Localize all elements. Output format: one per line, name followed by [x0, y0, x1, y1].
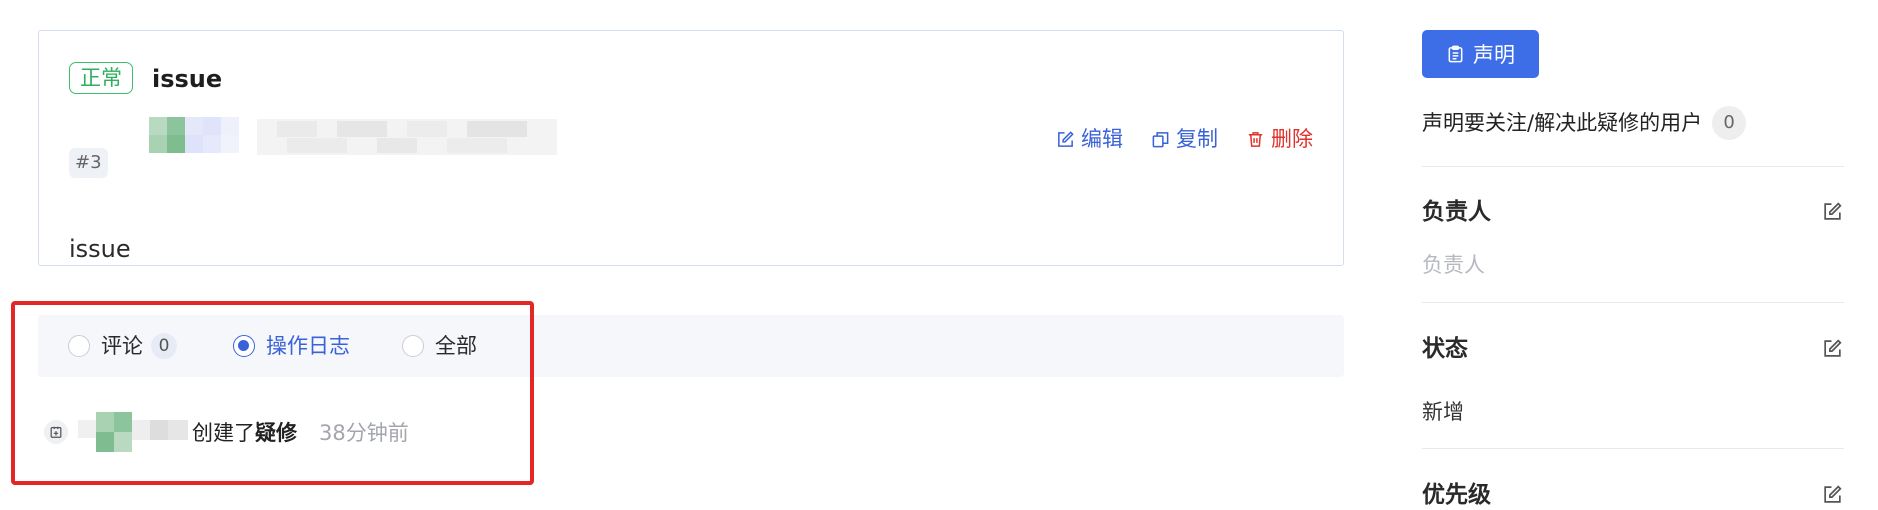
status-tag: 正常 — [69, 62, 133, 94]
tab-all[interactable]: 全部 — [402, 331, 477, 361]
log-entry: 创建了疑修 38分钟前 — [44, 412, 409, 452]
edit-icon — [1058, 130, 1074, 147]
assignee-value: 负责人 — [1422, 253, 1485, 277]
divider — [1422, 448, 1844, 449]
comment-count-badge: 0 — [151, 333, 177, 359]
trash-icon — [1248, 131, 1263, 147]
issue-title: issue — [152, 65, 223, 93]
page: 正常 issue #3 编辑 复制 删除 issue 评论 0 操作日志 全部 … — [0, 0, 1878, 510]
radio-operation-log[interactable] — [233, 335, 255, 357]
log-time: 38分钟前 — [319, 421, 409, 445]
copy-icon — [1152, 131, 1169, 147]
document-add-icon — [44, 420, 68, 444]
issue-actions: 编辑 复制 删除 — [1056, 124, 1313, 154]
claim-info: 声明要关注/解决此疑修的用户 0 — [1422, 106, 1747, 140]
tab-operation-log[interactable]: 操作日志 — [233, 331, 350, 361]
log-target: 疑修 — [255, 421, 297, 445]
delete-label: 删除 — [1271, 127, 1313, 151]
tab-operation-log-label: 操作日志 — [266, 334, 350, 358]
author-info-redacted — [257, 119, 557, 155]
activity-tabs: 评论 0 操作日志 全部 — [38, 315, 1344, 377]
tab-comments-label: 评论 — [101, 334, 143, 358]
edit-label: 编辑 — [1081, 127, 1123, 151]
claim-description: 声明要关注/解决此疑修的用户 — [1422, 111, 1703, 135]
claim-count-badge: 0 — [1712, 106, 1747, 140]
copy-button[interactable]: 复制 — [1151, 124, 1218, 154]
divider — [1422, 166, 1844, 167]
priority-heading: 优先级 — [1422, 482, 1491, 508]
log-text: 创建了疑修 — [192, 417, 297, 447]
log-user-redacted — [78, 412, 192, 452]
edit-status-icon[interactable] — [1822, 338, 1843, 359]
edit-button[interactable]: 编辑 — [1056, 124, 1123, 154]
issue-card: 正常 issue #3 编辑 复制 删除 issue — [38, 30, 1344, 266]
log-action: 创建了 — [192, 421, 255, 445]
edit-assignee-icon[interactable] — [1822, 201, 1843, 222]
status-heading: 状态 — [1422, 336, 1468, 362]
issue-body: issue — [69, 235, 131, 263]
tab-all-label: 全部 — [435, 334, 477, 358]
radio-comments[interactable] — [68, 335, 90, 357]
radio-all[interactable] — [402, 335, 424, 357]
divider — [1422, 302, 1844, 303]
edit-priority-icon[interactable] — [1822, 484, 1843, 505]
author-avatar-redacted — [149, 117, 241, 153]
status-value: 新增 — [1422, 400, 1464, 424]
copy-label: 复制 — [1176, 127, 1218, 151]
clipboard-icon — [1448, 45, 1463, 63]
delete-button[interactable]: 删除 — [1246, 124, 1313, 154]
claim-button-label: 声明 — [1473, 43, 1515, 67]
issue-number: #3 — [69, 148, 108, 178]
assignee-heading: 负责人 — [1422, 199, 1491, 225]
claim-button[interactable]: 声明 — [1422, 30, 1539, 78]
tab-comments[interactable]: 评论 0 — [68, 331, 177, 361]
